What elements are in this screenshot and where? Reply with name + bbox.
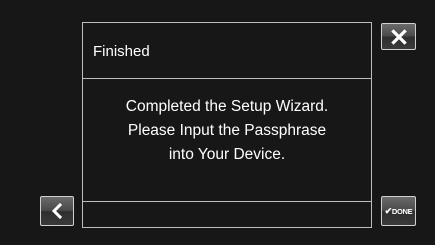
done-text: DONE <box>391 206 413 216</box>
chevron-left-icon <box>51 203 63 219</box>
message-line-1: Completed the Setup Wizard. <box>125 98 329 115</box>
title-divider <box>83 78 371 79</box>
checkmark-icon: ✔ <box>384 205 393 216</box>
screen: Finished Completed the Setup Wizard. Ple… <box>0 0 435 245</box>
done-label: ✔ DONE <box>385 206 413 217</box>
back-button[interactable] <box>40 196 74 226</box>
done-button[interactable]: ✔ DONE <box>381 196 416 226</box>
footer-divider <box>83 201 371 202</box>
dialog-message: Completed the Setup Wizard. Please Input… <box>83 95 371 167</box>
message-line-3: into Your Device. <box>168 146 286 163</box>
close-button[interactable] <box>381 23 416 50</box>
close-icon <box>390 28 407 45</box>
setup-finished-dialog: Finished Completed the Setup Wizard. Ple… <box>82 22 372 228</box>
message-line-2: Please Input the Passphrase <box>127 122 327 139</box>
dialog-title: Finished <box>93 43 150 60</box>
